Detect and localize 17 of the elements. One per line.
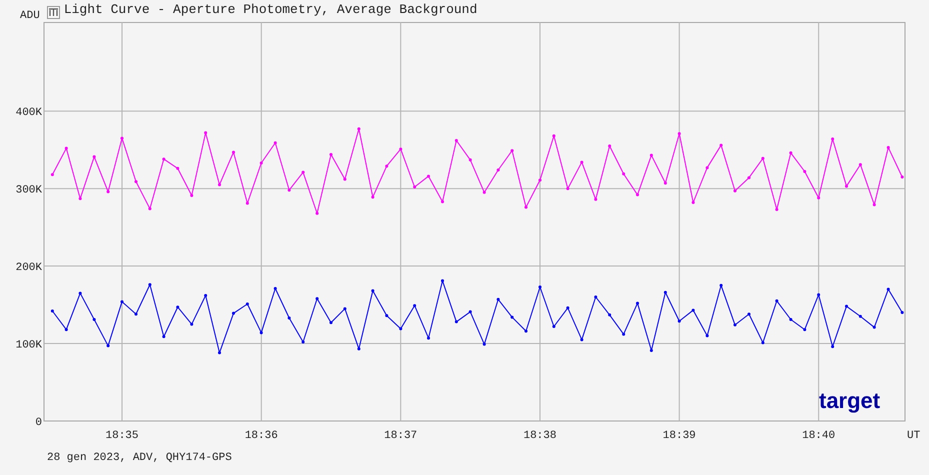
x-axis-tick-label: 18:37 bbox=[384, 430, 418, 442]
status-text: 28 gen 2023, ADV, QHY174-GPS bbox=[47, 451, 232, 466]
window-title: Light Curve - Aperture Photometry, Average Background bbox=[64, 0, 478, 18]
x-axis-tick-label: 18:35 bbox=[106, 430, 139, 442]
legend-label: target bbox=[819, 388, 880, 413]
y-axis-tick-label: 200K bbox=[16, 262, 42, 274]
x-axis-tick-label: 18:38 bbox=[523, 430, 556, 442]
y-axis-tick-label: 400K bbox=[16, 107, 42, 120]
y-axis-tick-label: 100K bbox=[16, 340, 42, 352]
y-axis-label: ADU bbox=[20, 8, 40, 24]
x-axis-tick-label: 18:36 bbox=[244, 430, 278, 442]
y-axis-tick-label: 0 bbox=[35, 417, 42, 429]
chart-icon bbox=[46, 6, 60, 19]
x-axis-label: UT bbox=[907, 430, 920, 442]
x-axis-tick-label: 18:39 bbox=[662, 430, 696, 442]
x-axis-tick-label: 18:40 bbox=[802, 430, 836, 442]
y-axis-tick-label: 300K bbox=[16, 184, 42, 197]
